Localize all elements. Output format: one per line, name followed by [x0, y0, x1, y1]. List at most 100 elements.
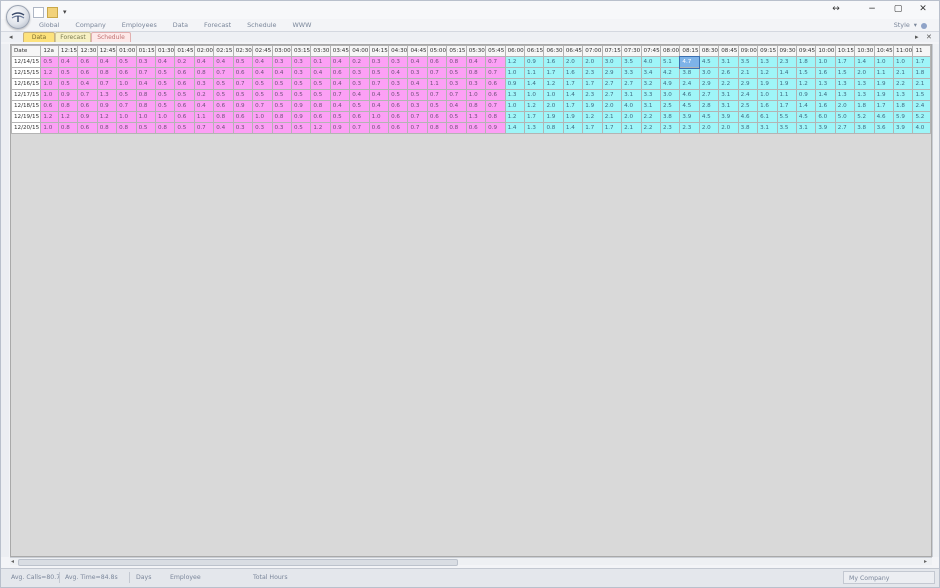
data-cell[interactable]: 1.4 — [815, 89, 836, 101]
data-cell[interactable]: 3.1 — [718, 56, 739, 68]
data-cell[interactable]: 0.3 — [446, 78, 467, 90]
data-cell[interactable]: 1.1 — [426, 78, 448, 90]
data-cell[interactable]: 3.8 — [659, 111, 681, 123]
data-cell[interactable]: 2.2 — [640, 122, 661, 134]
data-cell[interactable]: 0.4 — [368, 100, 390, 112]
data-cell[interactable]: 4.9 — [659, 78, 681, 90]
data-cell[interactable]: 0.4 — [252, 56, 273, 68]
data-cell[interactable]: 0.4 — [252, 67, 273, 79]
data-cell[interactable]: 0.7 — [426, 89, 448, 101]
data-cell[interactable]: 3.9 — [893, 122, 914, 134]
data-cell[interactable]: 2.3 — [776, 56, 797, 68]
data-cell[interactable]: 1.4 — [524, 78, 545, 90]
data-cell[interactable]: 0.5 — [426, 100, 448, 112]
data-cell[interactable]: 2.9 — [737, 78, 759, 90]
data-cell[interactable]: 1.3 — [757, 56, 778, 68]
scroll-right-arrow-icon[interactable]: ▸ — [924, 558, 927, 566]
column-header-time[interactable]: 01:45 — [174, 45, 195, 57]
data-cell[interactable]: 1.2 — [524, 100, 545, 112]
data-cell[interactable]: 0.6 — [77, 67, 98, 79]
column-header-time[interactable]: 06:00 — [504, 45, 526, 57]
restore-button[interactable]: ▢ — [891, 4, 905, 14]
data-cell[interactable]: 1.2 — [543, 78, 564, 90]
data-cell[interactable]: 3.8 — [737, 122, 759, 134]
data-cell[interactable]: 0.9 — [57, 89, 79, 101]
data-cell[interactable]: 2.4 — [737, 89, 759, 101]
data-cell[interactable]: 2.3 — [659, 122, 681, 134]
column-header-time[interactable]: 08:15 — [679, 45, 700, 57]
data-cell[interactable]: 0.9 — [96, 100, 118, 112]
data-cell[interactable]: 0.4 — [329, 78, 351, 90]
tab-forecast[interactable]: Forecast — [55, 32, 91, 42]
data-cell[interactable]: 0.8 — [465, 67, 487, 79]
data-cell[interactable]: 0.8 — [193, 67, 215, 79]
column-header-time[interactable]: 04:15 — [368, 45, 390, 57]
data-cell[interactable]: 1.0 — [252, 111, 273, 123]
data-cell[interactable]: 0.5 — [290, 122, 312, 134]
data-cell[interactable]: 3.0 — [698, 67, 720, 79]
column-header-date[interactable]: Date — [11, 45, 42, 57]
data-cell[interactable]: 0.4 — [77, 78, 98, 90]
data-cell[interactable]: 2.0 — [582, 56, 603, 68]
column-header-time[interactable]: 12:30 — [77, 45, 98, 57]
data-cell[interactable]: 1.2 — [795, 78, 817, 90]
data-cell[interactable]: 2.2 — [893, 78, 914, 90]
data-cell[interactable]: 1.2 — [582, 111, 603, 123]
data-cell[interactable]: 0.5 — [174, 89, 195, 101]
data-cell[interactable]: 0.4 — [368, 89, 390, 101]
data-cell[interactable]: 1.0 — [40, 122, 59, 134]
data-cell[interactable]: 5.5 — [776, 111, 797, 123]
data-cell[interactable]: 0.5 — [388, 89, 409, 101]
data-cell[interactable]: 0.4 — [329, 56, 351, 68]
data-cell[interactable]: 0.6 — [174, 78, 195, 90]
data-cell[interactable]: 0.4 — [349, 89, 370, 101]
status-company[interactable]: My Company — [843, 571, 935, 584]
data-cell[interactable]: 4.0 — [640, 56, 661, 68]
data-cell[interactable]: 2.9 — [601, 67, 623, 79]
column-header-time[interactable]: 02:15 — [213, 45, 234, 57]
data-cell[interactable]: 0.6 — [232, 67, 254, 79]
data-cell[interactable]: 0.4 — [465, 56, 487, 68]
data-cell[interactable]: 1.5 — [795, 67, 817, 79]
data-cell[interactable]: 3.1 — [640, 100, 661, 112]
data-cell[interactable]: 0.5 — [446, 67, 467, 79]
data-cell[interactable]: 0.6 — [329, 67, 351, 79]
data-cell[interactable]: 1.9 — [873, 78, 895, 90]
resize-icon[interactable]: ↔ — [829, 4, 843, 14]
data-cell[interactable]: 1.0 — [116, 111, 137, 123]
data-cell[interactable]: 1.2 — [504, 111, 526, 123]
data-cell[interactable]: 2.2 — [718, 78, 739, 90]
data-cell[interactable]: 4.6 — [873, 111, 895, 123]
data-cell[interactable]: 0.7 — [407, 111, 428, 123]
data-cell[interactable]: 1.3 — [465, 111, 487, 123]
data-cell[interactable]: 0.6 — [232, 111, 254, 123]
column-header-time[interactable]: 04:30 — [388, 45, 409, 57]
data-cell[interactable]: 0.7 — [116, 100, 137, 112]
data-cell[interactable]: 2.8 — [698, 100, 720, 112]
data-cell[interactable]: 0.6 — [368, 122, 390, 134]
data-cell[interactable]: 0.5 — [57, 78, 79, 90]
data-cell[interactable]: 1.4 — [562, 89, 584, 101]
data-cell[interactable]: 0.3 — [290, 67, 312, 79]
data-cell[interactable]: 1.3 — [834, 89, 856, 101]
data-cell[interactable]: 0.5 — [57, 67, 79, 79]
data-cell[interactable]: 2.6 — [718, 67, 739, 79]
data-cell[interactable]: 3.2 — [640, 78, 661, 90]
data-cell[interactable]: 0.4 — [310, 67, 331, 79]
data-cell[interactable]: 4.5 — [698, 111, 720, 123]
tab-scroll-left-icon[interactable]: ◂ — [9, 32, 13, 42]
data-cell[interactable]: 0.3 — [193, 78, 215, 90]
data-cell[interactable]: 0.3 — [252, 122, 273, 134]
row-date-cell[interactable]: 12/18/15 — [11, 100, 42, 112]
data-cell[interactable]: 3.1 — [718, 89, 739, 101]
data-cell[interactable]: 3.9 — [718, 111, 739, 123]
data-cell[interactable]: 1.0 — [504, 67, 526, 79]
data-cell[interactable]: 0.6 — [426, 111, 448, 123]
column-header-time[interactable]: 04:00 — [349, 45, 370, 57]
data-cell[interactable]: 2.7 — [834, 122, 856, 134]
data-cell[interactable]: 1.3 — [504, 89, 526, 101]
data-cell[interactable]: 0.6 — [388, 100, 409, 112]
data-cell[interactable]: 0.8 — [57, 100, 79, 112]
data-cell[interactable]: 0.8 — [135, 89, 157, 101]
column-header-time[interactable]: 09:30 — [776, 45, 797, 57]
